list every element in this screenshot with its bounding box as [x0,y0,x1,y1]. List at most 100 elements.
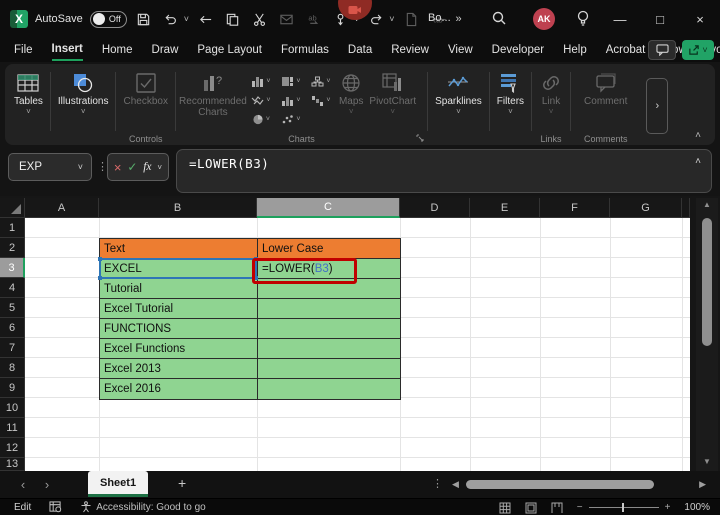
scroll-down-icon[interactable]: ▼ [703,455,711,469]
row-header-9[interactable]: 9 [0,378,25,398]
tab-file[interactable]: File [14,41,33,60]
pie-chart-button[interactable]: ˅ [246,110,276,129]
cell-c6[interactable] [258,319,400,339]
comment-toggle-button[interactable] [648,40,676,60]
cell-c8[interactable] [258,359,400,379]
cell-b8[interactable]: Excel 2013 [100,359,258,379]
line-scatter-chart-button[interactable]: ˅ [246,91,276,110]
account-avatar[interactable]: AK [533,8,555,30]
charts-dialog-launcher-icon[interactable] [416,134,424,142]
enter-formula-button[interactable]: ✓ [127,160,137,174]
sheet-nav-prev-icon[interactable]: ‹ [12,471,34,498]
column-header-a[interactable]: A [25,198,99,218]
row-header-1[interactable]: 1 [0,218,25,238]
column-header-c[interactable]: C [257,198,400,218]
tab-data[interactable]: Data [348,41,372,60]
cell-b3[interactable]: EXCEL [100,259,258,279]
row-header-11[interactable]: 11 [0,418,25,438]
sheet-tab-sheet1[interactable]: Sheet1 [88,471,149,497]
more-commands-icon[interactable]: » [456,13,462,25]
cell-c2[interactable]: Lower Case [258,239,400,259]
tab-draw[interactable]: Draw [152,41,179,60]
tables-button[interactable]: Tables ˅ [11,69,46,117]
vertical-scrollbar[interactable]: ▲ ▼ [696,198,718,471]
tab-view[interactable]: View [448,41,473,60]
vertical-scrollbar-thumb[interactable] [702,218,712,346]
cell-c3[interactable]: =LOWER(B3) [258,259,400,279]
macro-record-icon[interactable] [49,501,62,513]
cell-c7[interactable] [258,339,400,359]
column-header-e[interactable]: E [470,198,540,218]
page-break-view-icon[interactable] [551,502,563,514]
worksheet-grid[interactable]: A B C D E F G 1 2 3 4 5 6 7 8 9 10 11 12… [0,196,720,471]
filters-button[interactable]: Filters ˅ [494,69,527,117]
save-icon[interactable] [134,8,154,30]
row-header-2[interactable]: 2 [0,238,25,258]
tab-review[interactable]: Review [391,41,429,60]
ribbon-collapse-icon[interactable]: ˄ [695,130,701,141]
undo-icon[interactable] [161,8,181,30]
name-box-dropdown-icon[interactable]: ˅ [78,162,83,172]
cell-b9[interactable]: Excel 2016 [100,379,258,399]
hscroll-left-icon[interactable]: ◀ [452,479,459,490]
tab-insert[interactable]: Insert [51,40,83,61]
page-layout-view-icon[interactable] [525,502,537,514]
select-all-button[interactable] [0,198,25,218]
treemap-chart-button[interactable]: ˅ [276,72,306,91]
copy-icon[interactable] [223,8,243,30]
share-button[interactable]: ˅ [682,40,714,60]
autosave-toggle[interactable]: Off [89,10,127,28]
cell-b4[interactable]: Tutorial [100,279,258,299]
hscroll-right-icon[interactable]: ▶ [699,479,706,490]
search-icon[interactable] [490,9,508,27]
back-arrow-icon[interactable] [196,8,216,30]
row-header-10[interactable]: 10 [0,398,25,418]
tab-page-layout[interactable]: Page Layout [197,41,262,60]
maximize-button[interactable]: □ [645,0,675,38]
histogram-chart-button[interactable]: ˅ [276,91,306,110]
tab-developer[interactable]: Developer [492,41,544,60]
cell-b6[interactable]: FUNCTIONS [100,319,258,339]
minimize-button[interactable]: — [605,0,635,38]
column-header-g[interactable]: G [610,198,682,218]
scatter-chart-button[interactable]: ˅ [276,110,306,129]
row-header-13[interactable]: 13 [0,458,25,471]
row-header-8[interactable]: 8 [0,358,25,378]
column-header-f[interactable]: F [540,198,610,218]
name-box[interactable]: EXP ˅ [8,153,92,181]
cancel-formula-button[interactable]: × [114,160,122,175]
cell-c5[interactable] [258,299,400,319]
cell-c4[interactable] [258,279,400,299]
formula-input[interactable]: =LOWER(B3) ˄ [176,149,712,193]
zoom-level[interactable]: 100% [684,502,710,513]
ribbon-expand-button[interactable]: › [646,77,669,134]
add-sheet-button[interactable]: + [178,475,186,491]
cut-icon[interactable] [250,8,270,30]
close-button[interactable]: × [685,0,715,38]
cell-c9[interactable] [258,379,400,399]
undo-dropdown-icon[interactable]: ˅ [184,14,189,24]
tab-help[interactable]: Help [563,41,587,60]
zoom-slider-thumb[interactable] [621,503,624,512]
cell-b5[interactable]: Excel Tutorial [100,299,258,319]
row-header-4[interactable]: 4 [0,278,25,298]
cell-b2[interactable]: Text [100,239,258,259]
row-header-12[interactable]: 12 [0,438,25,458]
formula-bar-expand-icon[interactable]: ˄ [695,156,701,167]
column-header-d[interactable]: D [400,198,470,218]
tab-acrobat[interactable]: Acrobat [606,41,646,60]
column-chart-button[interactable]: ˅ [246,72,276,91]
hierarchy-chart-button[interactable]: ˅ [306,72,336,91]
zoom-slider[interactable]: − + [577,502,671,513]
redo-dropdown-icon[interactable]: ˅ [389,14,394,24]
zoom-out-icon[interactable]: − [577,502,583,513]
fx-dropdown-icon[interactable]: ˅ [157,163,162,172]
tabbar-dots-icon[interactable]: ⋮ [432,477,443,490]
excel-logo-icon[interactable]: X [10,10,28,28]
row-header-7[interactable]: 7 [0,338,25,358]
tab-home[interactable]: Home [102,41,133,60]
column-header-b[interactable]: B [99,198,257,218]
insert-function-button[interactable]: fx [143,161,151,173]
cell-b7[interactable]: Excel Functions [100,339,258,359]
zoom-in-icon[interactable]: + [665,502,671,513]
